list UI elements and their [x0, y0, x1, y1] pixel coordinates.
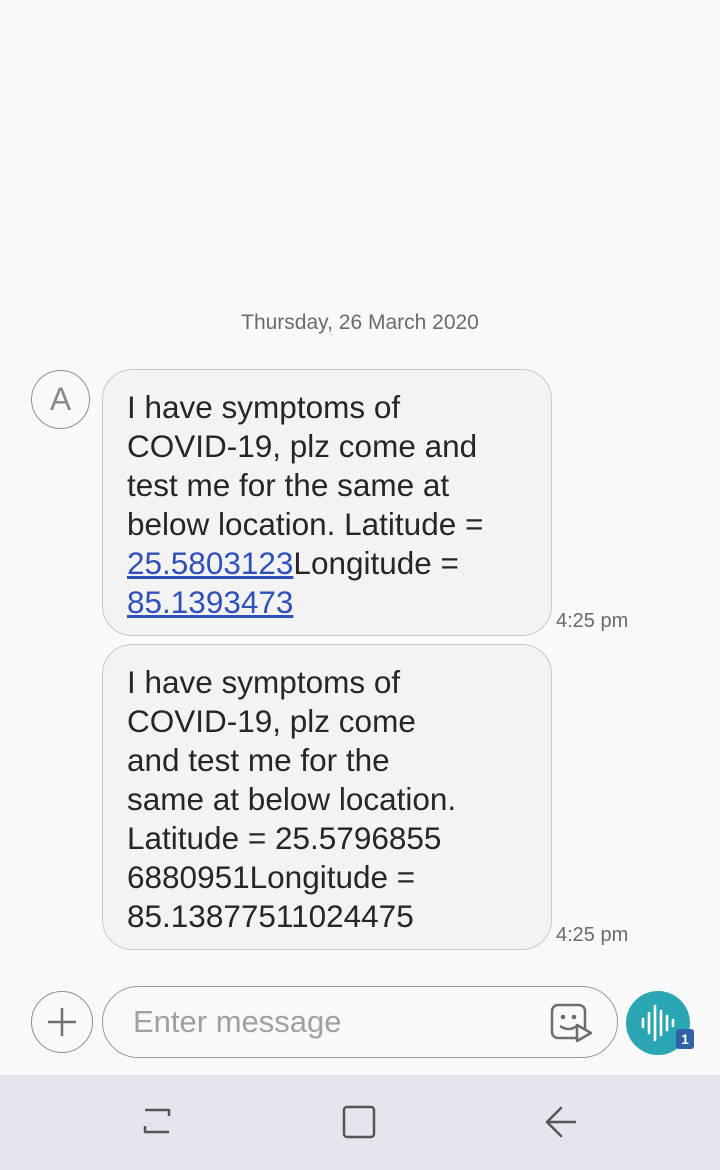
message-time: 4:25 pm — [556, 610, 629, 632]
message-time: 4:25 pm — [556, 924, 629, 946]
message-text: same at below location. — [127, 781, 457, 817]
message-line: test me for the same at — [127, 466, 529, 505]
sticker-icon — [550, 1003, 593, 1043]
recent-apps-icon — [143, 1108, 171, 1134]
voice-wave-icon — [641, 1004, 675, 1042]
message-line: I have symptoms of — [127, 663, 529, 702]
back-icon — [545, 1106, 577, 1138]
message-text: and test me for the — [127, 742, 390, 778]
home-button[interactable] — [333, 1097, 383, 1147]
message-line: same at below location. — [127, 780, 529, 819]
message-line: 6880951Longitude = — [127, 858, 529, 897]
message-line: 25.5803123Longitude = — [127, 544, 529, 583]
message-text: COVID-19, plz come — [127, 703, 416, 739]
message-line: and test me for the — [127, 741, 529, 780]
plus-icon — [48, 1008, 76, 1036]
home-icon — [342, 1105, 376, 1139]
message-line: COVID-19, plz come and — [127, 427, 529, 466]
voice-badge: 1 — [676, 1029, 694, 1049]
message-text: 6880951Longitude = — [127, 859, 416, 895]
message-input[interactable] — [131, 1001, 535, 1043]
message-text: Latitude = 25.5796855 — [127, 820, 442, 856]
message-bubble[interactable]: I have symptoms of COVID-19, plz come and… — [102, 369, 552, 636]
message-text: Longitude = — [293, 545, 459, 581]
message-line: I have symptoms of — [127, 388, 529, 427]
message-bubble[interactable]: I have symptoms of COVID-19, plz come and … — [102, 644, 552, 950]
message-text: test me for the same at — [127, 467, 450, 503]
back-button[interactable] — [534, 1097, 584, 1147]
message-text: below location. Latitude = — [127, 506, 484, 542]
date-header: Thursday, 26 March 2020 — [241, 311, 479, 334]
message-text: 85.13877511024475 — [127, 898, 414, 934]
recent-apps-button[interactable] — [132, 1097, 182, 1147]
system-navigation-bar — [0, 1075, 720, 1170]
message-text: I have symptoms of — [127, 389, 401, 425]
contact-avatar[interactable]: A — [31, 370, 90, 429]
message-line: 85.13877511024475 — [127, 897, 529, 936]
message-composer — [102, 986, 618, 1058]
add-attachment-button[interactable] — [31, 991, 93, 1053]
coordinate-link[interactable]: 25.5803123 — [127, 545, 293, 581]
message-line: below location. Latitude = — [127, 505, 529, 544]
message-text: COVID-19, plz come and — [127, 428, 478, 464]
sticker-button[interactable] — [549, 1001, 593, 1045]
message-line: COVID-19, plz come — [127, 702, 529, 741]
coordinate-link[interactable]: 85.1393473 — [127, 584, 293, 620]
message-line: Latitude = 25.5796855 — [127, 819, 529, 858]
avatar-initial: A — [49, 381, 72, 417]
message-text: I have symptoms of — [127, 664, 401, 700]
message-line: 85.1393473 — [127, 583, 529, 622]
